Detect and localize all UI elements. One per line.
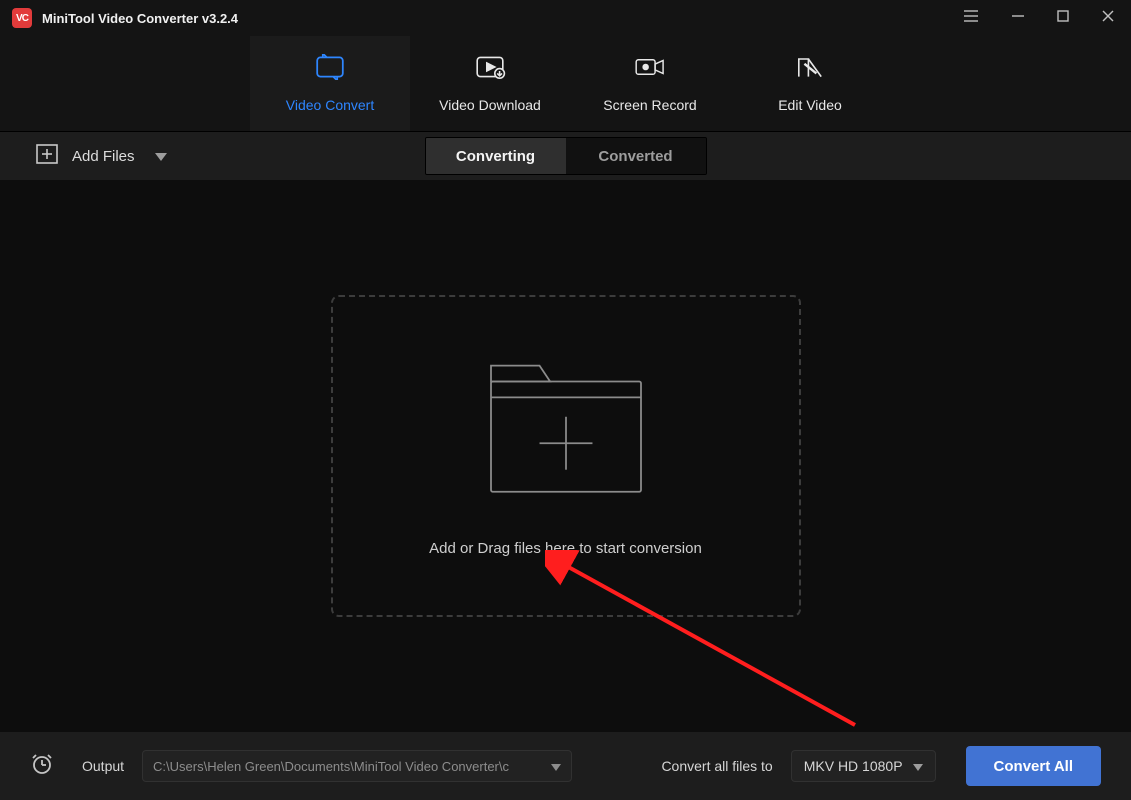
subtab-converted[interactable]: Converted <box>566 138 706 174</box>
convert-status-tabs: Converting Converted <box>425 137 707 175</box>
tab-label: Video Download <box>439 97 541 113</box>
titlebar: VC MiniTool Video Converter v3.2.4 <box>0 0 1131 36</box>
main-area: Add or Drag files here to start conversi… <box>0 180 1131 732</box>
minimize-icon[interactable] <box>1007 5 1029 32</box>
clock-icon[interactable] <box>30 752 54 781</box>
tab-video-download[interactable]: Video Download <box>410 36 570 131</box>
convert-icon <box>314 54 346 83</box>
convert-all-button[interactable]: Convert All <box>966 746 1101 786</box>
output-format-selector[interactable]: MKV HD 1080P <box>791 750 936 782</box>
tab-video-convert[interactable]: Video Convert <box>250 36 410 131</box>
sub-toolbar: Add Files Converting Converted <box>0 132 1131 180</box>
add-files-button[interactable]: Add Files <box>36 144 167 168</box>
output-label: Output <box>82 758 124 774</box>
dropzone-text: Add or Drag files here to start conversi… <box>429 540 702 557</box>
output-path-value: C:\Users\Helen Green\Documents\MiniTool … <box>153 759 543 774</box>
tab-screen-record[interactable]: Screen Record <box>570 36 730 131</box>
tab-label: Video Convert <box>286 97 374 113</box>
subtab-label: Converting <box>456 148 535 165</box>
tab-edit-video[interactable]: Edit Video <box>730 36 890 131</box>
main-tabs: Video Convert Video Download Screen Reco… <box>0 36 1131 132</box>
folder-plus-icon <box>476 355 656 510</box>
subtab-label: Converted <box>598 148 672 165</box>
chevron-down-icon <box>155 148 167 165</box>
convert-all-button-label: Convert All <box>994 758 1073 775</box>
footer-bar: Output C:\Users\Helen Green\Documents\Mi… <box>0 732 1131 800</box>
record-icon <box>634 54 666 83</box>
chevron-down-icon <box>913 758 923 774</box>
add-files-label: Add Files <box>72 148 135 165</box>
window-controls <box>959 4 1119 33</box>
convert-all-label: Convert all files to <box>661 758 772 774</box>
subtab-converting[interactable]: Converting <box>426 138 566 174</box>
download-icon <box>474 54 506 83</box>
output-format-value: MKV HD 1080P <box>804 758 903 774</box>
add-file-icon <box>36 144 58 168</box>
chevron-down-icon <box>551 759 561 774</box>
file-dropzone[interactable]: Add or Drag files here to start conversi… <box>331 295 801 617</box>
close-icon[interactable] <box>1097 5 1119 32</box>
tab-label: Edit Video <box>778 97 842 113</box>
menu-icon[interactable] <box>959 4 983 33</box>
app-title: MiniTool Video Converter v3.2.4 <box>42 11 959 26</box>
output-path-selector[interactable]: C:\Users\Helen Green\Documents\MiniTool … <box>142 750 572 782</box>
edit-icon <box>794 54 826 83</box>
app-icon: VC <box>12 8 32 28</box>
maximize-icon[interactable] <box>1053 5 1073 31</box>
tab-label: Screen Record <box>603 97 696 113</box>
